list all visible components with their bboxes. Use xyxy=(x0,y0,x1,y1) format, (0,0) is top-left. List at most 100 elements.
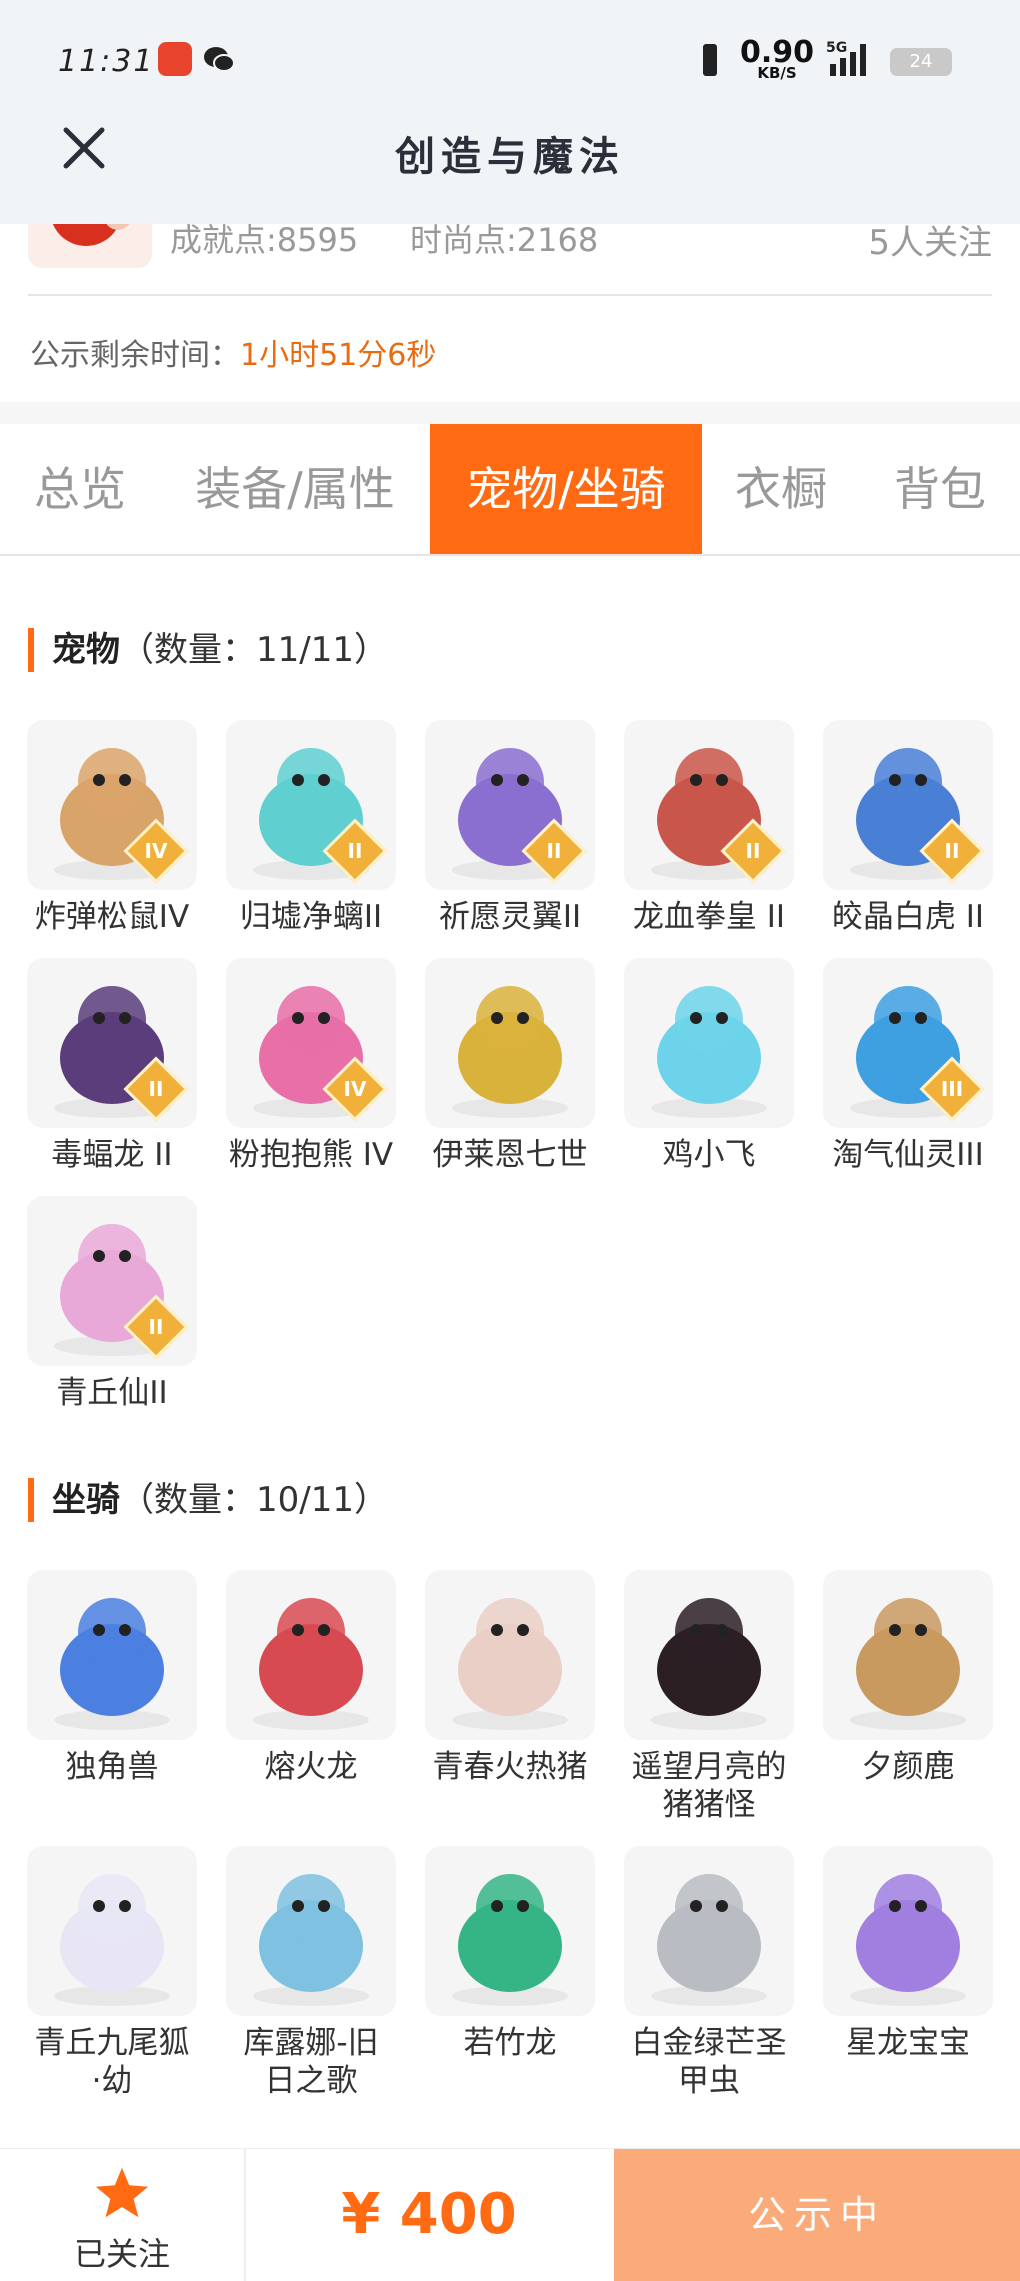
wechat-icon xyxy=(204,47,235,72)
item-thumbnail xyxy=(624,958,794,1128)
status-bar: 11:31 0.90 KB/S 5G 24 xyxy=(0,0,1020,120)
item-name: 淘气仙灵III xyxy=(832,1137,984,1173)
item-thumbnail xyxy=(27,1570,197,1740)
grid-item[interactable]: II 归墟净螭II xyxy=(221,720,401,936)
item-name: 夕颜鹿 xyxy=(861,1749,955,1785)
item-name: 遥望月亮的 猪猪怪 xyxy=(631,1749,787,1823)
grid-item[interactable]: II 龙血拳皇 II xyxy=(619,720,799,936)
item-name: 炸弹松鼠IV xyxy=(34,899,190,935)
grid-item[interactable]: IV 粉抱抱熊 IV xyxy=(221,958,401,1174)
item-thumbnail: III xyxy=(823,958,993,1128)
grid-item[interactable]: 青丘九尾狐 ·幼 xyxy=(22,1846,202,2100)
tab-wardrobe[interactable]: 衣橱 xyxy=(702,424,860,554)
item-name: 毒蝠龙 II xyxy=(51,1137,173,1173)
grid-item[interactable]: II 毒蝠龙 II xyxy=(22,958,202,1174)
grid-item[interactable]: 白金绿芒圣 甲虫 xyxy=(619,1846,799,2100)
item-thumbnail xyxy=(425,1846,595,2016)
grid-item[interactable]: 熔火龙 xyxy=(221,1570,401,1786)
item-name: 熔火龙 xyxy=(264,1749,358,1785)
deer-mount-icon xyxy=(850,1598,966,1730)
star-icon xyxy=(95,2167,149,2218)
bottom-bar: 已关注 ¥ 400 公示中 xyxy=(0,2148,1020,2281)
grid-item[interactable]: 青春火热猪 xyxy=(420,1570,600,1786)
grid-item[interactable]: IV 炸弹松鼠IV xyxy=(22,720,202,936)
publicity-status-button[interactable]: 公示中 xyxy=(614,2149,1020,2281)
nine-tail-fox-mount-icon xyxy=(54,1874,170,2006)
countdown-value: 1小时51分6秒 xyxy=(240,338,437,373)
grid-item[interactable]: 星龙宝宝 xyxy=(818,1846,998,2062)
follow-button[interactable]: 已关注 xyxy=(0,2149,246,2281)
network-speed: 0.90 KB/S xyxy=(740,35,815,82)
item-thumbnail: II xyxy=(425,720,595,890)
countdown-label: 公示剩余时间： xyxy=(30,338,240,373)
item-name: 鸡小飞 xyxy=(662,1137,756,1173)
follow-label: 已关注 xyxy=(73,2235,170,2273)
item-name: 星龙宝宝 xyxy=(846,2025,970,2061)
fire-dragon-mount-icon xyxy=(253,1598,369,1730)
item-thumbnail: IV xyxy=(226,958,396,1128)
pets-section-title: 宠物（数量：11/11） xyxy=(28,628,388,672)
item-thumbnail xyxy=(823,1570,993,1740)
item-name: 青丘仙II xyxy=(56,1375,168,1411)
grid-item[interactable]: 若竹龙 xyxy=(420,1846,600,2062)
grid-item[interactable]: III 淘气仙灵III xyxy=(818,958,998,1174)
tab-bar: 总览 装备/属性 宠物/坐骑 衣橱 背包 xyxy=(0,424,1020,556)
grid-item[interactable]: II 青丘仙II xyxy=(22,1196,202,1412)
item-thumbnail xyxy=(624,1570,794,1740)
item-thumbnail: II xyxy=(823,720,993,890)
item-name: 青春火热猪 xyxy=(432,1749,588,1785)
grid-item[interactable]: 遥望月亮的 猪猪怪 xyxy=(619,1570,799,1824)
item-name: 伊莱恩七世 xyxy=(432,1137,588,1173)
item-thumbnail xyxy=(425,958,595,1128)
grid-item[interactable]: II 祈愿灵翼II xyxy=(420,720,600,936)
countdown: 公示剩余时间：1小时51分6秒 xyxy=(30,330,436,374)
item-thumbnail: II xyxy=(226,720,396,890)
grid-item[interactable]: 夕颜鹿 xyxy=(818,1570,998,1786)
grid-item[interactable]: 伊莱恩七世 xyxy=(420,958,600,1174)
item-name: 库露娜-旧 日之歌 xyxy=(243,2025,379,2099)
item-thumbnail: II xyxy=(27,958,197,1128)
battery-icon: 24 xyxy=(890,48,952,76)
item-name: 祈愿灵翼II xyxy=(438,899,582,935)
item-thumbnail xyxy=(425,1570,595,1740)
item-thumbnail xyxy=(226,1846,396,2016)
item-thumbnail: IV xyxy=(27,720,197,890)
bamboo-dragon-mount-icon xyxy=(452,1874,568,2006)
baby-star-dragon-mount-icon xyxy=(850,1874,966,2006)
item-name: 若竹龙 xyxy=(463,2025,557,2061)
item-name: 白金绿芒圣 甲虫 xyxy=(631,2025,787,2099)
grid-item[interactable]: II 皎晶白虎 II xyxy=(818,720,998,936)
item-name: 青丘九尾狐 ·幼 xyxy=(34,2025,190,2099)
item-thumbnail xyxy=(823,1846,993,2016)
grid-item[interactable]: 鸡小飞 xyxy=(619,958,799,1174)
tab-backpack[interactable]: 背包 xyxy=(860,424,1020,554)
svg-text:5G: 5G xyxy=(826,40,847,56)
chick-pet-icon xyxy=(651,986,767,1118)
item-name: 粉抱抱熊 IV xyxy=(228,1137,394,1173)
vibrate-icon xyxy=(703,44,717,76)
app-notification-icon xyxy=(158,42,192,76)
item-name: 独角兽 xyxy=(65,1749,159,1785)
item-thumbnail: II xyxy=(624,720,794,890)
pig-mount-icon xyxy=(452,1598,568,1730)
black-pig-mount-icon xyxy=(651,1598,767,1730)
page-title: 创造与魔法 xyxy=(395,134,625,180)
item-thumbnail xyxy=(27,1846,197,2016)
kuluna-mount-icon xyxy=(253,1874,369,2006)
queen-pet-icon xyxy=(452,986,568,1118)
beetle-mount-icon xyxy=(651,1874,767,2006)
mounts-section-title: 坐骑（数量：10/11） xyxy=(28,1478,388,1522)
item-thumbnail: II xyxy=(27,1196,197,1366)
item-name: 龙血拳皇 II xyxy=(632,899,786,935)
item-name: 归墟净螭II xyxy=(239,899,383,935)
status-time: 11:31 xyxy=(58,44,155,79)
item-thumbnail xyxy=(226,1570,396,1740)
item-thumbnail xyxy=(624,1846,794,2016)
item-name: 皎晶白虎 II xyxy=(831,899,985,935)
grid-item[interactable]: 独角兽 xyxy=(22,1570,202,1786)
tab-overview[interactable]: 总览 xyxy=(0,424,160,554)
tab-equipment[interactable]: 装备/属性 xyxy=(160,424,430,554)
tab-pets-mounts[interactable]: 宠物/坐骑 xyxy=(430,424,702,554)
grid-item[interactable]: 库露娜-旧 日之歌 xyxy=(221,1846,401,2100)
divider xyxy=(28,294,992,296)
